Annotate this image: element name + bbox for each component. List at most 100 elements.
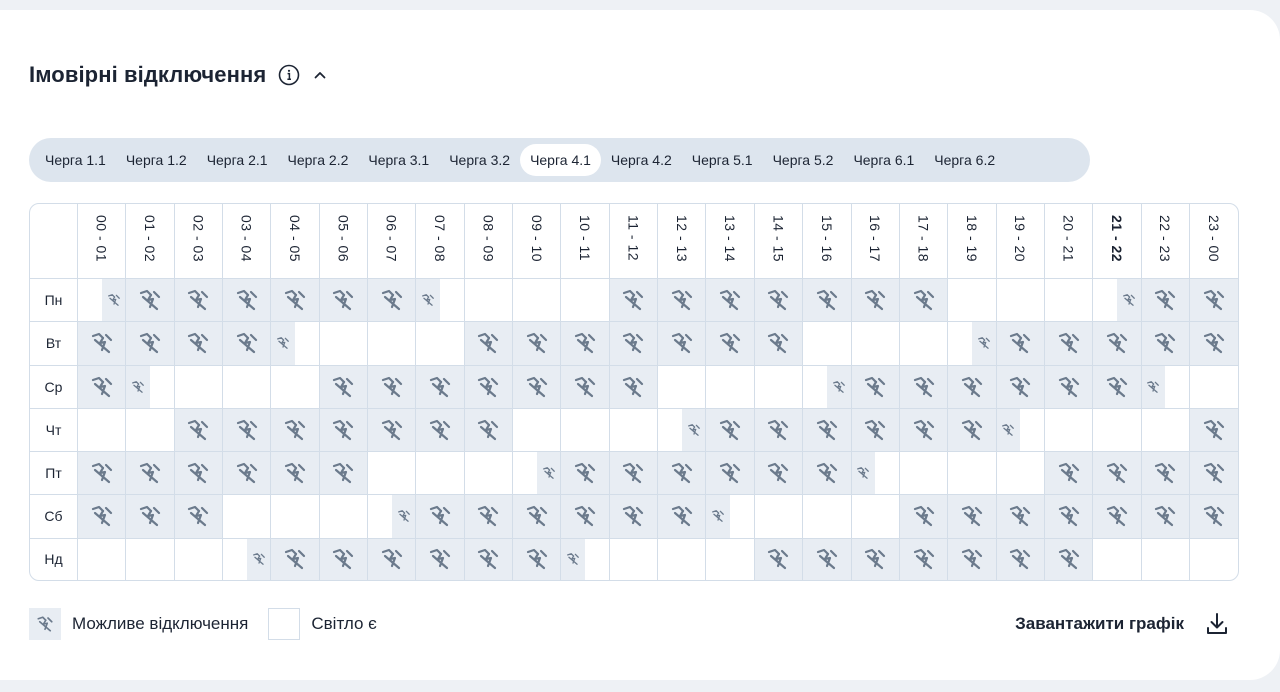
outage-cell: [657, 407, 707, 453]
tab-queue-6-1[interactable]: Черга 6.1: [843, 144, 924, 176]
power-on-cell: [1092, 537, 1142, 580]
tab-queue-4-1[interactable]: Черга 4.1: [520, 144, 601, 176]
tab-queue-5-1[interactable]: Черга 5.1: [682, 144, 763, 176]
outage-cell: [802, 364, 852, 409]
hour-label: 17 - 18: [915, 214, 932, 263]
info-icon[interactable]: [278, 64, 300, 86]
power-on-cell: [270, 364, 320, 409]
hour-label: 10 - 11: [577, 215, 594, 262]
outage-cell: [415, 494, 465, 539]
power-on-cell: [560, 407, 610, 453]
power-off-icon: [513, 495, 561, 538]
power-on-cell: [76, 537, 127, 580]
outage-cell: [1140, 494, 1190, 539]
outage-cell: [463, 494, 514, 539]
outage-cell: [222, 277, 272, 323]
power-off-icon: [416, 365, 464, 408]
outage-cell: [173, 277, 224, 323]
outage-cell: [125, 494, 175, 539]
power-on-cell: [1188, 364, 1238, 409]
power-off-icon: [1141, 365, 1166, 408]
power-off-icon: [803, 408, 851, 451]
outage-cell: [995, 407, 1045, 453]
power-off-icon: [948, 365, 996, 408]
outage-cell: [947, 364, 997, 409]
outage-cell: [947, 321, 997, 366]
power-off-icon: [1093, 322, 1141, 365]
power-on-cell: [367, 321, 417, 366]
chevron-up-icon[interactable]: [312, 67, 328, 83]
power-on-cell: [705, 364, 755, 409]
tab-queue-6-2[interactable]: Черга 6.2: [924, 144, 1005, 176]
outage-cell: [898, 407, 949, 453]
power-off-icon: [513, 365, 561, 408]
power-off-icon: [319, 279, 368, 322]
power-off-icon: [706, 279, 754, 322]
outage-cell: [1043, 494, 1094, 539]
tab-queue-2-1[interactable]: Черга 2.1: [197, 144, 278, 176]
power-off-icon: [126, 495, 174, 538]
power-off-icon: [391, 495, 416, 538]
outage-cell: [705, 407, 755, 453]
power-on-cell: [318, 494, 369, 539]
power-off-icon: [996, 495, 1044, 538]
tab-queue-3-2[interactable]: Черга 3.2: [439, 144, 520, 176]
hour-header: 00 - 01: [76, 204, 127, 279]
outage-cell: [125, 321, 175, 366]
power-off-icon: [174, 452, 223, 495]
outage-cell: [1043, 450, 1094, 496]
power-off-icon: [706, 322, 754, 365]
power-off-icon: [1093, 495, 1141, 538]
outage-cell: [753, 450, 804, 496]
power-off-icon: [368, 365, 416, 408]
power-off-icon: [609, 365, 658, 408]
power-off-icon: [319, 452, 368, 495]
power-off-icon: [658, 322, 706, 365]
tab-queue-2-2[interactable]: Черга 2.2: [278, 144, 359, 176]
hour-label: 09 - 10: [528, 214, 545, 263]
power-off-icon: [78, 495, 126, 538]
outage-cell: [512, 364, 562, 409]
outage-cell: [318, 537, 369, 580]
power-on-cell: [947, 450, 997, 496]
outage-cell: [753, 321, 804, 366]
tab-queue-1-2[interactable]: Черга 1.2: [116, 144, 197, 176]
day-label: Сб: [30, 494, 78, 539]
hour-header: 11 - 12: [608, 204, 659, 279]
hour-header: 13 - 14: [705, 204, 755, 279]
power-off-icon: [271, 452, 319, 495]
outage-cell: [222, 407, 272, 453]
hour-label: 00 - 01: [93, 214, 110, 263]
hour-header: 04 - 05: [270, 204, 320, 279]
outage-cell: [270, 407, 320, 453]
power-off-icon: [1189, 322, 1238, 365]
power-on-cell: [608, 407, 659, 453]
outage-cell: [850, 450, 900, 496]
day-label: Ср: [30, 364, 78, 409]
outage-cell: [318, 450, 369, 496]
tab-queue-3-1[interactable]: Черга 3.1: [358, 144, 439, 176]
schedule-grid: 00 - 01 01 - 02 02 - 03 03 - 04 04 - 05 05 - …: [29, 203, 1239, 581]
power-off-icon: [174, 495, 223, 538]
outage-cell: [995, 494, 1045, 539]
day-label: Пт: [30, 450, 78, 496]
power-off-icon: [803, 279, 851, 322]
power-off-icon: [319, 538, 368, 580]
power-on-cell: [1188, 537, 1238, 580]
power-off-icon: [1093, 365, 1141, 408]
tab-queue-5-2[interactable]: Черга 5.2: [763, 144, 844, 176]
outage-cell: [125, 364, 175, 409]
outage-cell: [657, 450, 707, 496]
hour-header: 23 - 00: [1188, 204, 1238, 279]
outage-cell: [802, 277, 852, 323]
power-off-icon: [78, 365, 126, 408]
power-off-icon: [1189, 495, 1238, 538]
tab-queue-4-2[interactable]: Черга 4.2: [601, 144, 682, 176]
power-off-icon: [1044, 495, 1093, 538]
download-schedule-button[interactable]: Завантажити графік: [1015, 611, 1230, 637]
power-on-cell: [367, 450, 417, 496]
tab-queue-1-1[interactable]: Черга 1.1: [35, 144, 116, 176]
power-off-icon: [851, 279, 899, 322]
power-off-icon: [1141, 322, 1189, 365]
outage-cell: [76, 364, 127, 409]
